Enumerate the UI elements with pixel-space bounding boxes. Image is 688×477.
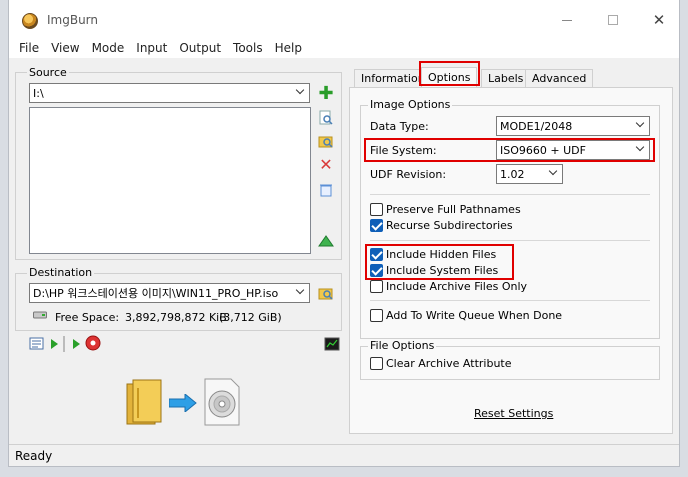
checkbox-unchecked	[370, 203, 383, 216]
tab-advanced[interactable]: Advanced	[525, 69, 594, 87]
udf-revision-value: 1.02	[500, 167, 525, 181]
preserve-full-pathnames-checkbox[interactable]: Preserve Full Pathnames	[370, 203, 521, 216]
chevron-down-icon	[548, 166, 558, 176]
calculate-icon[interactable]	[318, 232, 334, 248]
disc-icon[interactable]	[85, 335, 101, 351]
source-path-combo[interactable]: I:\	[29, 83, 310, 103]
imgburn-window: ImgBurn ✕ File View Mode Input Output To…	[8, 0, 680, 467]
menu-view[interactable]: View	[45, 41, 85, 55]
destination-path-combo[interactable]: D:\HP 워크스테이션용 이미지\WIN11_PRO_HP.iso	[29, 283, 310, 303]
maximize-icon	[608, 15, 618, 25]
menu-bar: File View Mode Input Output Tools Help	[9, 38, 679, 58]
status-text: Ready	[15, 448, 53, 463]
highlight-include-files	[365, 244, 514, 280]
udf-revision-select[interactable]: 1.02	[496, 164, 563, 184]
checkbox-unchecked	[370, 357, 383, 370]
free-space-value: 3,892,798,872 KiB	[125, 311, 227, 324]
clear-list-icon[interactable]	[318, 182, 334, 198]
separator	[370, 240, 650, 241]
separator	[370, 194, 650, 195]
file-options-label: File Options	[368, 339, 437, 352]
clear-archive-attribute-checkbox[interactable]: Clear Archive Attribute	[370, 357, 512, 370]
chevron-down-icon	[635, 118, 645, 128]
minimize-icon	[562, 19, 572, 21]
drive-icon	[33, 310, 47, 320]
play-queue-icon[interactable]	[71, 337, 81, 353]
status-bar: Ready	[9, 444, 679, 466]
destination-path-value: D:\HP 워크스테이션용 이미지\WIN11_PRO_HP.iso	[33, 287, 279, 300]
close-button[interactable]: ✕	[639, 9, 679, 31]
browse-file-icon[interactable]	[318, 110, 334, 126]
menu-input[interactable]: Input	[130, 41, 173, 55]
highlight-options-tab	[419, 61, 480, 86]
udf-revision-label: UDF Revision:	[370, 168, 447, 181]
browse-folder-icon[interactable]	[318, 133, 334, 149]
add-file-icon[interactable]: ✚	[318, 85, 334, 103]
maximize-button[interactable]	[593, 9, 633, 31]
arrow-right-icon	[168, 392, 197, 414]
source-label: Source	[27, 66, 69, 79]
toolbar-divider	[63, 336, 65, 352]
close-icon: ✕	[652, 11, 666, 29]
menu-output[interactable]: Output	[173, 41, 227, 55]
source-path-value: I:\	[33, 86, 44, 100]
app-icon	[22, 13, 38, 29]
browse-destination-icon[interactable]	[318, 285, 334, 301]
checkbox-checked	[370, 219, 383, 232]
remove-icon[interactable]: ✕	[318, 157, 334, 173]
menu-tools[interactable]: Tools	[227, 41, 269, 55]
add-to-write-queue-checkbox[interactable]: Add To Write Queue When Done	[370, 309, 562, 322]
title-bar: ImgBurn ✕	[9, 0, 679, 38]
log-icon[interactable]	[29, 336, 45, 352]
minimize-button[interactable]	[547, 9, 587, 31]
include-archive-files-only-checkbox[interactable]: Include Archive Files Only	[370, 280, 527, 293]
menu-mode[interactable]: Mode	[86, 41, 131, 55]
play-icon[interactable]	[49, 337, 59, 353]
data-type-select[interactable]: MODE1/2048	[496, 116, 650, 136]
source-file-list[interactable]	[29, 107, 311, 254]
checkbox-unchecked	[370, 280, 383, 293]
data-type-value: MODE1/2048	[500, 119, 573, 133]
menu-help[interactable]: Help	[269, 41, 308, 55]
free-space-label: Free Space:	[55, 311, 120, 324]
chevron-down-icon	[295, 85, 305, 95]
recurse-subdirectories-checkbox[interactable]: Recurse Subdirectories	[370, 219, 513, 232]
reset-settings-link[interactable]: Reset Settings	[474, 407, 553, 420]
options-tab-panel: Image Options Data Type: MODE1/2048 File…	[349, 87, 673, 434]
folder-icon	[125, 378, 163, 426]
chevron-down-icon	[295, 285, 305, 295]
data-type-label: Data Type:	[370, 120, 429, 133]
window-title: ImgBurn	[47, 13, 99, 27]
console-icon[interactable]	[324, 336, 340, 352]
disc-image-icon	[203, 378, 241, 426]
separator	[370, 300, 650, 301]
image-options-label: Image Options	[368, 98, 453, 111]
tab-labels[interactable]: Labels	[481, 69, 531, 87]
destination-label: Destination	[27, 266, 95, 279]
free-space-gib: (3,712 GiB)	[219, 311, 282, 324]
highlight-file-system	[364, 138, 655, 162]
menu-file[interactable]: File	[13, 41, 45, 55]
checkbox-unchecked	[370, 309, 383, 322]
